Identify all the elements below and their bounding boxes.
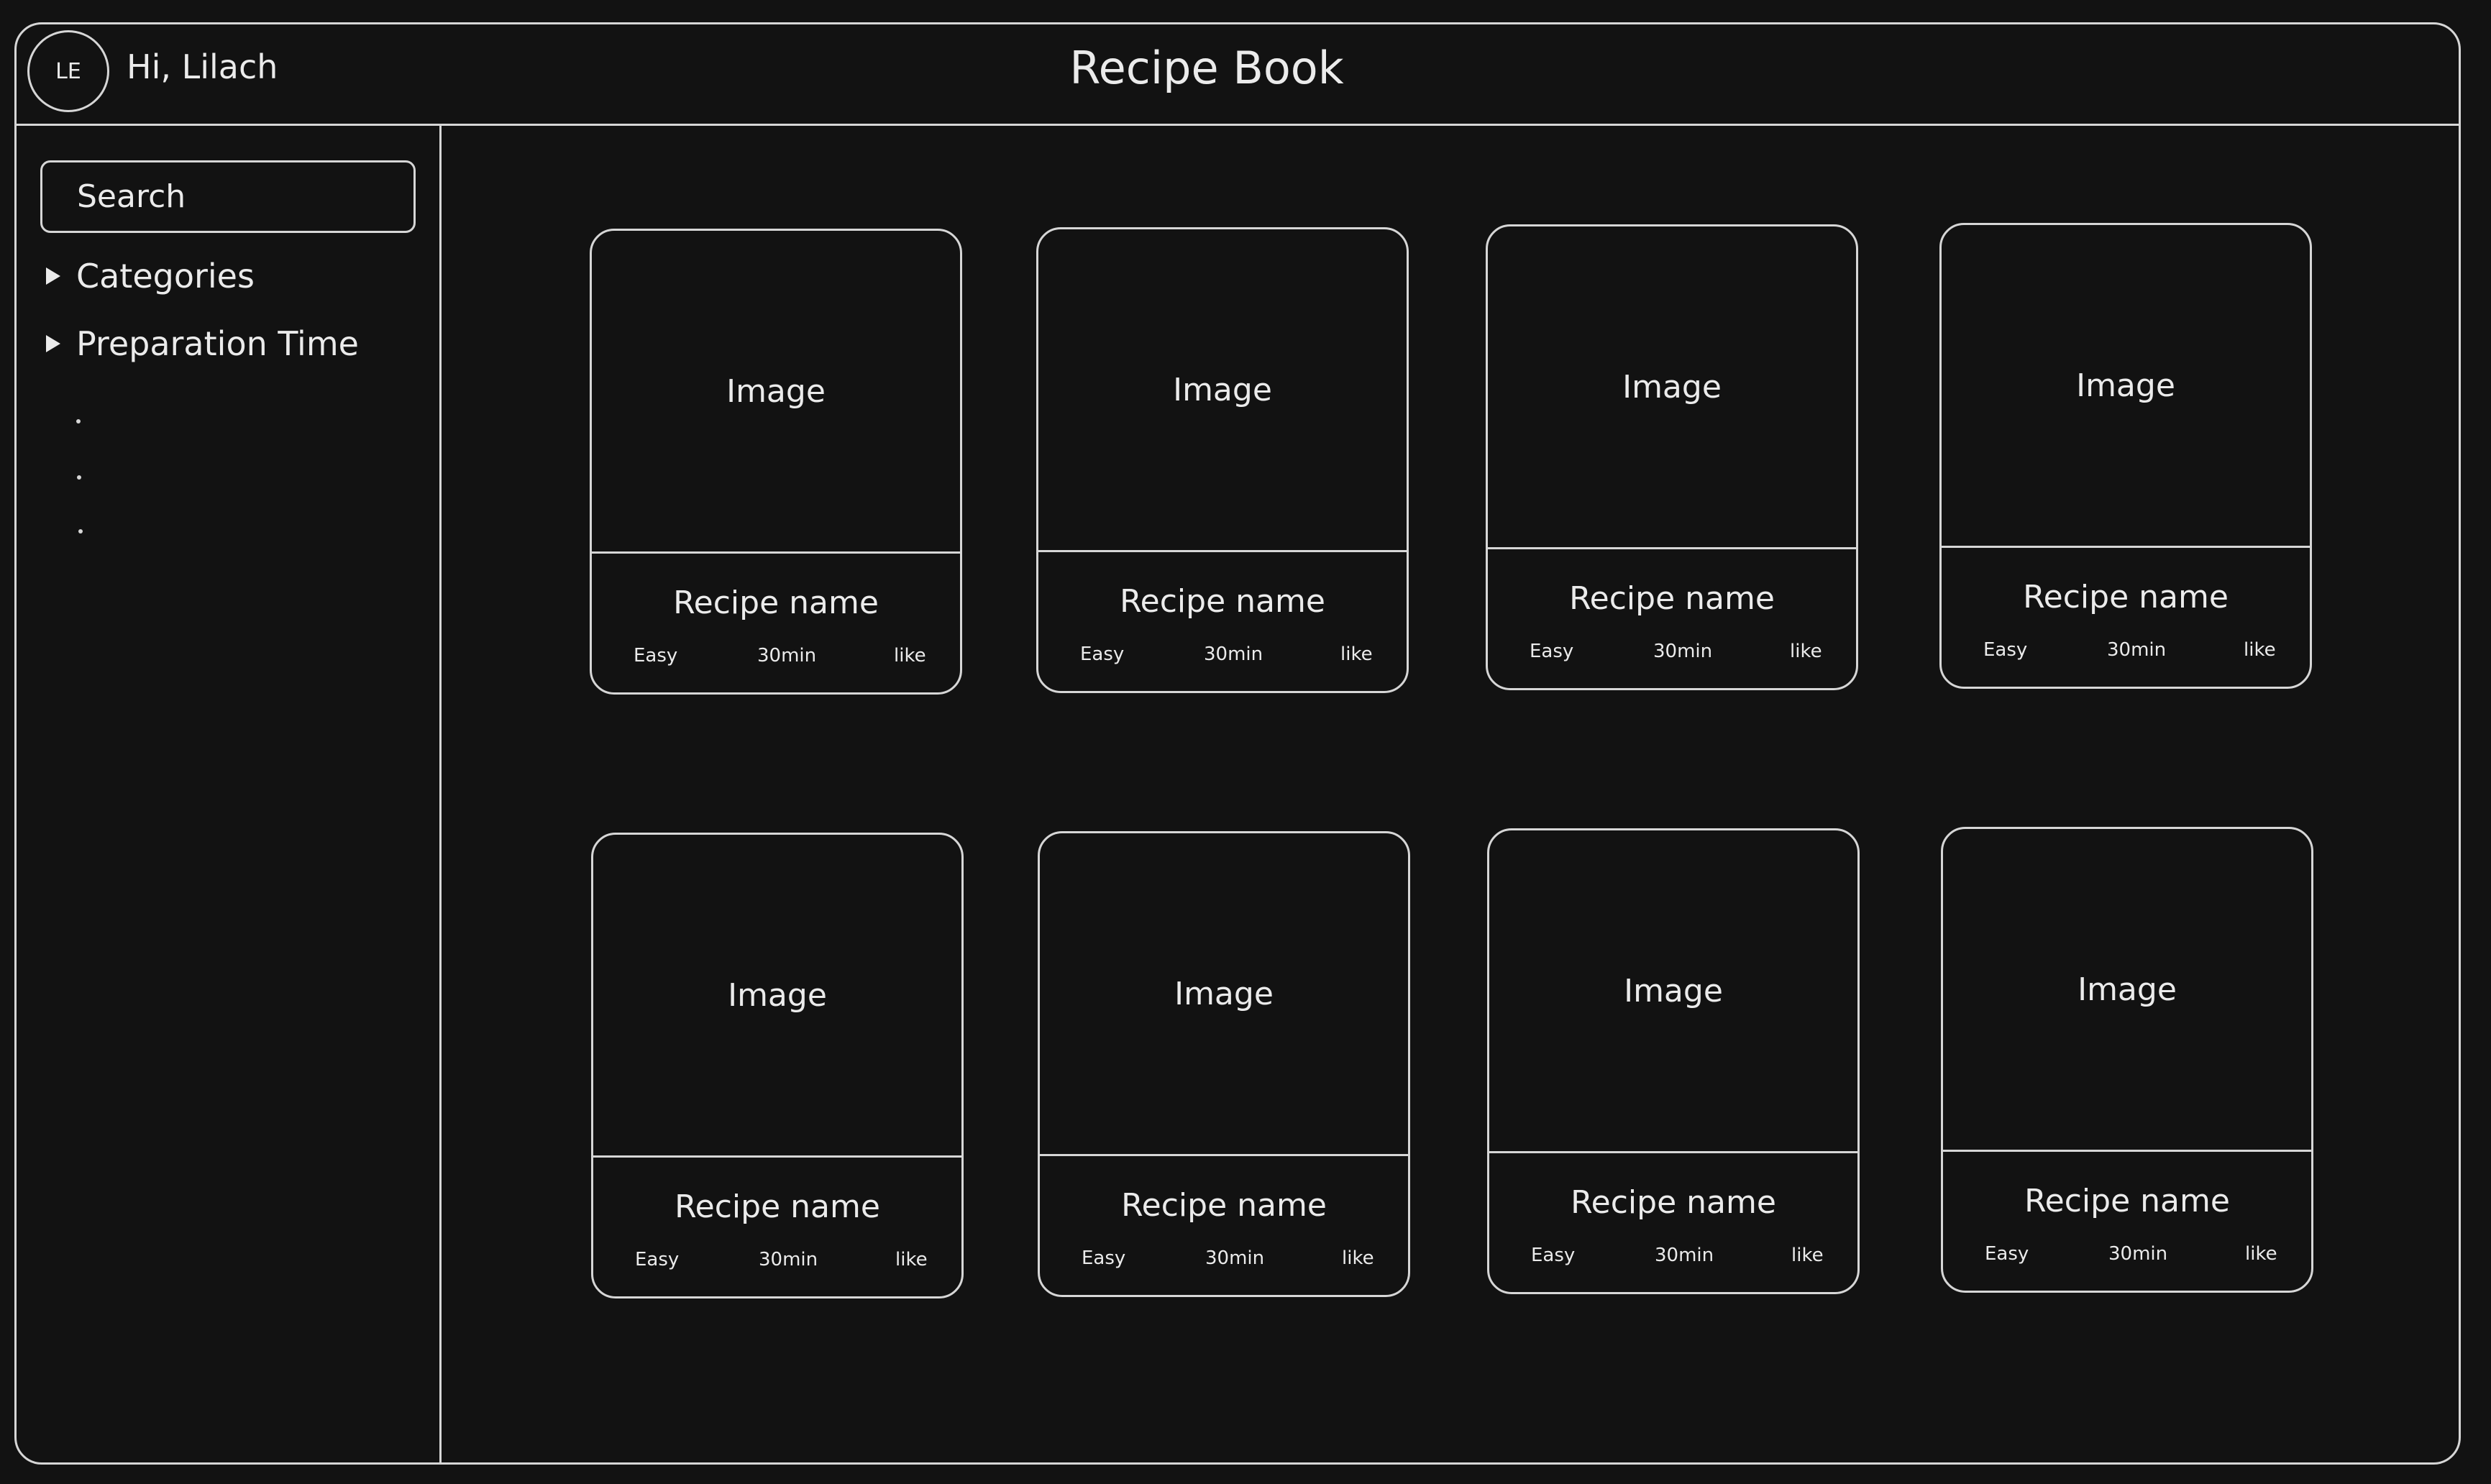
recipe-difficulty: Easy xyxy=(1530,641,1574,662)
recipe-card[interactable]: Image Recipe name Easy 30min like xyxy=(1487,828,1860,1294)
recipe-time: 30min xyxy=(2108,1243,2168,1265)
like-button[interactable]: like xyxy=(2244,641,2276,659)
filter-label: Preparation Time xyxy=(76,324,359,363)
recipe-name: Recipe name xyxy=(1120,583,1325,620)
recipe-time: 30min xyxy=(1653,641,1713,662)
recipe-name: Recipe name xyxy=(2024,1183,2230,1219)
like-button[interactable]: like xyxy=(894,646,926,665)
recipe-card[interactable]: Image Recipe name Easy 30min like xyxy=(1038,831,1410,1297)
recipe-difficulty: Easy xyxy=(1082,1247,1126,1269)
avatar[interactable]: LE xyxy=(27,30,109,112)
more-items-dot xyxy=(77,475,81,480)
like-button[interactable]: like xyxy=(2245,1245,2277,1263)
recipe-name: Recipe name xyxy=(2023,579,2229,615)
recipe-name: Recipe name xyxy=(1571,1184,1776,1221)
caret-right-icon xyxy=(46,267,60,285)
recipe-card[interactable]: Image Recipe name Easy 30min like xyxy=(1939,223,2312,689)
recipe-image: Image xyxy=(2078,971,2177,1008)
like-button[interactable]: like xyxy=(1342,1249,1374,1268)
like-button[interactable]: like xyxy=(1340,645,1373,664)
recipe-card[interactable]: Image Recipe name Easy 30min like xyxy=(1941,827,2313,1293)
recipe-time: 30min xyxy=(1205,1247,1265,1269)
sidebar-divider xyxy=(439,124,442,1465)
recipe-time: 30min xyxy=(1655,1245,1714,1266)
recipe-card[interactable]: Image Recipe name Easy 30min like xyxy=(590,229,962,695)
recipe-card[interactable]: Image Recipe name Easy 30min like xyxy=(1486,224,1858,690)
recipe-image: Image xyxy=(728,976,827,1014)
recipe-difficulty: Easy xyxy=(1985,1243,2029,1265)
recipe-image: Image xyxy=(1622,368,1722,406)
filter-preparation-time[interactable]: Preparation Time xyxy=(46,327,359,360)
filter-label: Categories xyxy=(76,257,255,296)
more-items-dot xyxy=(78,529,83,533)
search-placeholder: Search xyxy=(77,178,186,215)
recipe-difficulty: Easy xyxy=(634,645,678,667)
like-button[interactable]: like xyxy=(895,1250,928,1269)
recipe-time: 30min xyxy=(759,1249,818,1270)
greeting-text: Hi, Lilach xyxy=(127,47,278,86)
avatar-initials: LE xyxy=(55,58,81,84)
like-button[interactable]: like xyxy=(1790,642,1822,661)
recipe-difficulty: Easy xyxy=(635,1249,680,1270)
recipe-image: Image xyxy=(726,372,826,410)
recipe-card[interactable]: Image Recipe name Easy 30min like xyxy=(1036,227,1409,693)
recipe-name: Recipe name xyxy=(673,585,879,621)
recipe-image: Image xyxy=(2076,367,2175,404)
recipe-difficulty: Easy xyxy=(1531,1245,1576,1266)
recipe-image: Image xyxy=(1173,371,1272,408)
recipe-time: 30min xyxy=(757,645,817,667)
recipe-name: Recipe name xyxy=(1569,580,1775,617)
filter-categories[interactable]: Categories xyxy=(46,260,255,293)
caret-right-icon xyxy=(46,335,60,352)
like-button[interactable]: like xyxy=(1791,1246,1824,1265)
recipe-name: Recipe name xyxy=(675,1188,880,1225)
search-input[interactable]: Search xyxy=(40,160,416,233)
recipe-name: Recipe name xyxy=(1121,1187,1327,1224)
recipe-time: 30min xyxy=(1204,643,1263,665)
recipe-difficulty: Easy xyxy=(1080,643,1125,665)
header-divider xyxy=(14,124,2461,126)
recipe-card[interactable]: Image Recipe name Easy 30min like xyxy=(591,833,964,1298)
recipe-time: 30min xyxy=(2107,639,2167,661)
page-title: Recipe Book xyxy=(1069,42,1344,94)
recipe-difficulty: Easy xyxy=(1983,639,2028,661)
recipe-image: Image xyxy=(1174,975,1274,1012)
recipe-image: Image xyxy=(1624,972,1723,1009)
more-items-dot xyxy=(76,419,81,423)
